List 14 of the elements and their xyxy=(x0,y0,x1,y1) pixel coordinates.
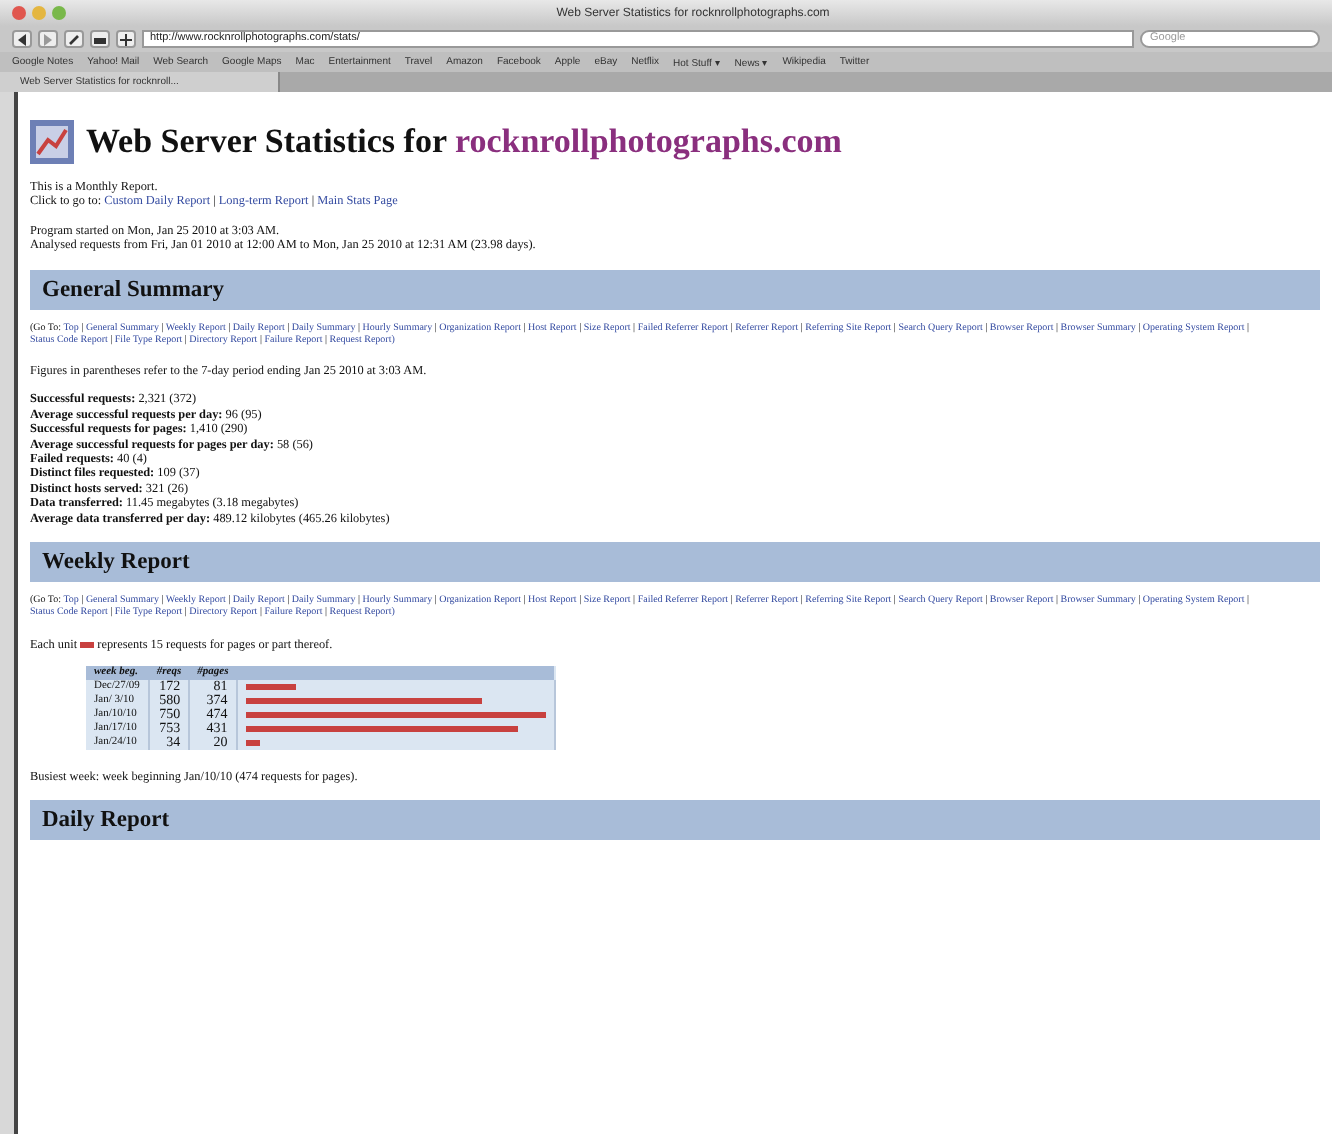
add-bookmark-button[interactable] xyxy=(116,30,136,48)
back-icon xyxy=(16,33,28,45)
plus-icon xyxy=(120,33,132,45)
chart-logo-icon xyxy=(30,120,74,164)
back-button[interactable] xyxy=(12,30,32,48)
section-heading: Weekly Report xyxy=(30,542,1320,583)
section-heading: General Summary xyxy=(30,269,1320,310)
page-title: Web Server Statistics for rocknrollphotographs.com xyxy=(86,122,842,162)
forward-icon xyxy=(42,33,54,45)
tools-button[interactable] xyxy=(64,30,84,48)
print-button[interactable] xyxy=(90,30,110,48)
unit-bar-icon xyxy=(80,641,95,648)
close-button[interactable] xyxy=(12,6,26,20)
section-heading: Daily Report xyxy=(30,800,1320,841)
